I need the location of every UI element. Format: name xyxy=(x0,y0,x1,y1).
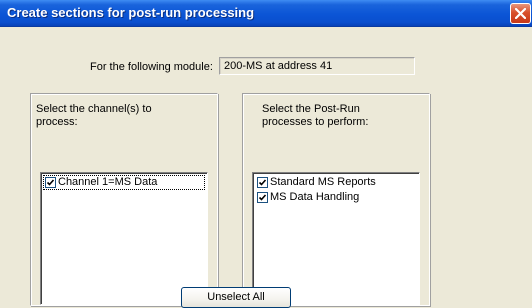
checkmark-icon xyxy=(46,179,55,186)
processes-caption: Select the Post-Run processes to perform… xyxy=(262,103,369,128)
close-button[interactable] xyxy=(510,3,531,24)
window-title: Create sections for post-run processing xyxy=(7,5,255,20)
unselect-all-button[interactable]: Unselect All xyxy=(181,287,291,308)
module-label: For the following module: xyxy=(90,61,213,73)
list-item-channel-1[interactable]: Channel 1=MS Data xyxy=(43,175,205,190)
standard-ms-reports-label: Standard MS Reports xyxy=(270,176,376,188)
ms-data-handling-label: MS Data Handling xyxy=(270,191,360,203)
processes-listbox[interactable]: Standard MS Reports MS Data Handling xyxy=(252,172,420,305)
module-value-field: 200-MS at address 41 xyxy=(219,57,415,75)
dialog-window: Create sections for post-run processing … xyxy=(0,0,532,308)
channels-caption: Select the channel(s) to process: xyxy=(36,103,152,128)
ms-data-handling-checkbox[interactable] xyxy=(257,192,268,203)
list-item-standard-ms-reports[interactable]: Standard MS Reports xyxy=(255,175,417,190)
close-icon xyxy=(515,8,526,19)
channel-1-checkbox[interactable] xyxy=(45,177,56,188)
channel-1-label: Channel 1=MS Data xyxy=(58,176,158,188)
title-bar[interactable]: Create sections for post-run processing xyxy=(0,0,532,27)
channels-listbox[interactable]: Channel 1=MS Data xyxy=(40,172,208,305)
standard-ms-reports-checkbox[interactable] xyxy=(257,177,268,188)
checkmark-icon xyxy=(258,179,267,186)
dialog-body: For the following module: 200-MS at addr… xyxy=(0,27,532,308)
checkmark-icon xyxy=(258,194,267,201)
list-item-ms-data-handling[interactable]: MS Data Handling xyxy=(255,190,417,205)
